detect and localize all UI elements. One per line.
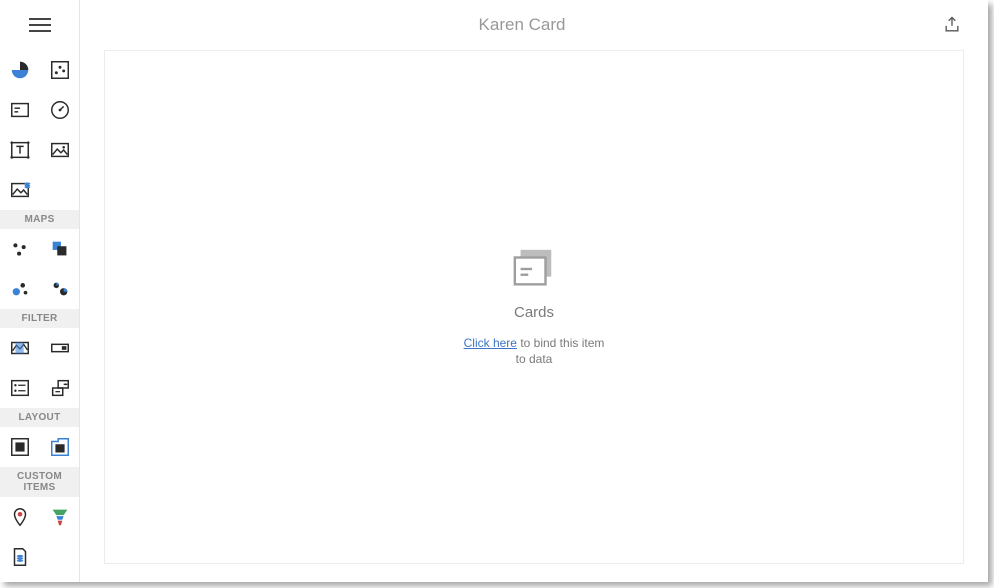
main-area: Karen Card Cards Click here to bind this…	[80, 0, 988, 582]
group-icon[interactable]	[0, 427, 40, 467]
section-header-custom: CUSTOM ITEMS	[0, 467, 79, 497]
list-box-icon[interactable]	[0, 368, 40, 408]
pie-map-icon[interactable]	[40, 269, 80, 309]
cards-placeholder-icon	[511, 247, 557, 296]
page-title: Karen Card	[104, 15, 940, 35]
combo-box-icon[interactable]	[40, 328, 80, 368]
text-box-icon[interactable]	[0, 130, 40, 170]
export-button[interactable]	[940, 13, 964, 37]
card-icon[interactable]	[0, 90, 40, 130]
tree-view-icon[interactable]	[40, 368, 80, 408]
section-header-maps: MAPS	[0, 210, 79, 229]
pie-chart-icon[interactable]	[0, 50, 40, 90]
bound-image-icon[interactable]	[0, 170, 40, 210]
design-canvas[interactable]: Cards Click here to bind this item to da…	[104, 50, 964, 564]
tab-container-icon[interactable]	[40, 427, 80, 467]
empty-state: Cards Click here to bind this item to da…	[459, 247, 609, 367]
gauge-icon[interactable]	[40, 90, 80, 130]
choropleth-map-icon[interactable]	[40, 229, 80, 269]
section-header-layout: LAYOUT	[0, 408, 79, 427]
empty-hint: Click here to bind this item to data	[459, 335, 609, 367]
bind-data-link[interactable]: Click here	[464, 336, 517, 350]
image-icon[interactable]	[40, 130, 80, 170]
point-map-icon[interactable]	[0, 229, 40, 269]
range-filter-icon[interactable]	[0, 328, 40, 368]
map-pin-icon[interactable]	[0, 497, 40, 537]
empty-hint-rest: to bind this item to data	[516, 336, 605, 366]
document-icon[interactable]	[0, 537, 40, 577]
bubble-map-icon[interactable]	[0, 269, 40, 309]
hamburger-button[interactable]	[0, 0, 79, 50]
scatter-chart-icon[interactable]	[40, 50, 80, 90]
sidebar: MAPS FILTER	[0, 0, 80, 582]
funnel-icon[interactable]	[40, 497, 80, 537]
section-header-filter: FILTER	[0, 309, 79, 328]
empty-title: Cards	[514, 304, 554, 321]
